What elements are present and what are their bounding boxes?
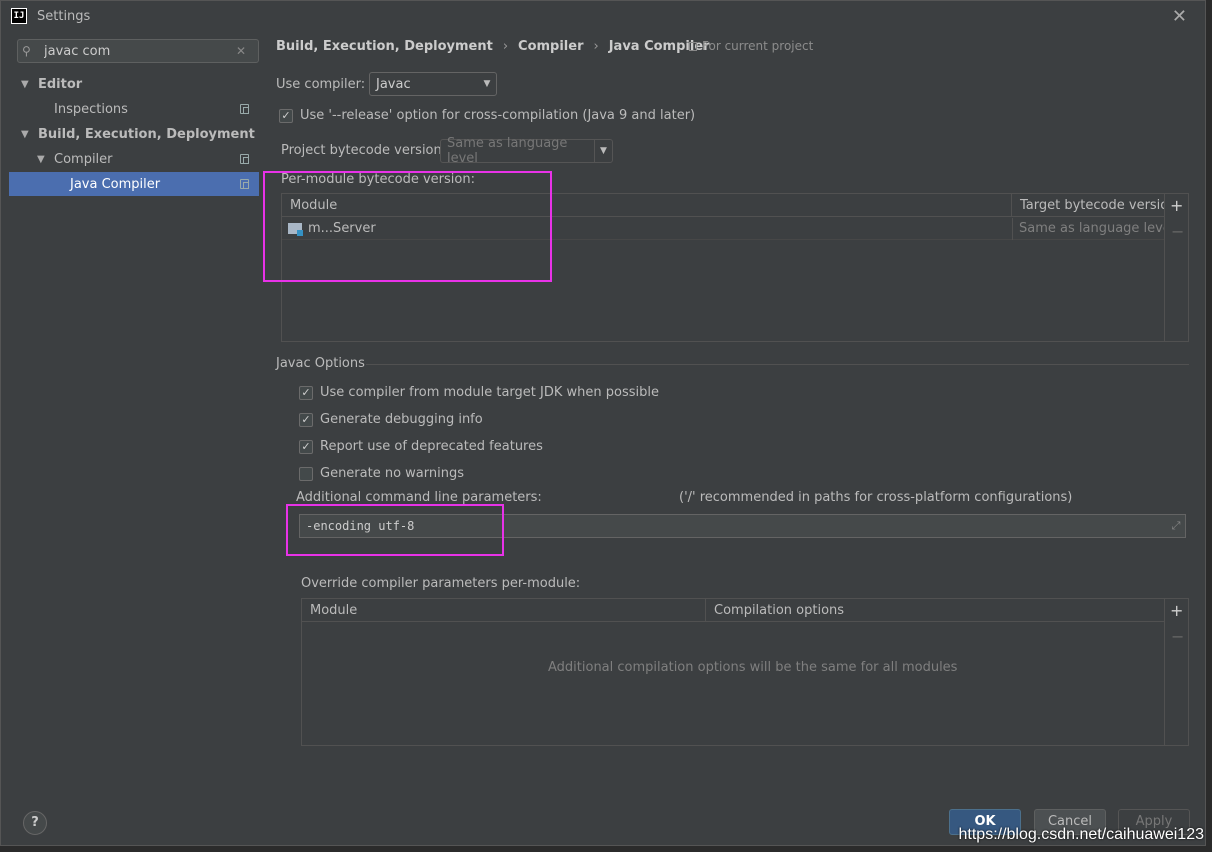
sidebar-item-compiler[interactable]: ▼ Compiler — [9, 147, 259, 171]
project-scope-icon — [689, 41, 697, 51]
intellij-icon: IJ — [11, 8, 27, 24]
use-compiler-value: Javac — [376, 76, 411, 92]
checkbox-checked-icon[interactable]: ✓ — [299, 439, 313, 454]
override-params-label: Override compiler parameters per-module: — [301, 576, 581, 591]
project-bytecode-select[interactable]: Same as language level ▼ — [440, 136, 613, 166]
settings-dialog: IJ Settings ✕ ⚲ ✕ ▼ Editor Inspections ▼… — [0, 0, 1206, 846]
search-icon: ⚲ — [22, 44, 31, 58]
sidebar-item-label: Compiler — [54, 151, 113, 167]
table-row[interactable]: m...Server Same as language level — [282, 218, 1164, 240]
settings-sidebar: ⚲ ✕ ▼ Editor Inspections ▼ Build, Execut… — [9, 33, 259, 797]
project-scope-icon — [240, 179, 249, 189]
sidebar-item-editor[interactable]: ▼ Editor — [9, 72, 259, 96]
module-icon — [288, 223, 303, 236]
project-bytecode-label: Project bytecode version: — [281, 143, 447, 158]
no-warnings-checkbox[interactable]: Generate no warnings — [299, 466, 464, 481]
override-params-table: Module Compilation options Additional co… — [301, 598, 1189, 746]
module-cell: m...Server — [282, 218, 1012, 240]
debugging-info-checkbox[interactable]: ✓ Generate debugging info — [299, 412, 483, 427]
checkbox-unchecked-icon[interactable] — [299, 466, 313, 481]
table-header: Module Target bytecode version — [282, 194, 1164, 217]
target-version-cell[interactable]: Same as language level — [1012, 218, 1164, 240]
column-header-module[interactable]: Module — [282, 194, 1012, 217]
additional-params-field[interactable]: ⤢ — [299, 514, 1186, 538]
column-header-module[interactable]: Module — [302, 599, 706, 622]
add-icon[interactable]: + — [1170, 196, 1183, 215]
for-current-project-note: For current project — [689, 39, 813, 53]
breadcrumb-item[interactable]: Build, Execution, Deployment — [276, 39, 493, 54]
expand-icon[interactable]: ⤢ — [1167, 519, 1185, 533]
table-toolbar: + − — [1164, 194, 1188, 341]
checkbox-checked-icon[interactable]: ✓ — [279, 108, 293, 123]
empty-table-message: Additional compilation options will be t… — [548, 660, 958, 675]
remove-icon[interactable]: − — [1171, 222, 1184, 241]
deprecated-features-checkbox[interactable]: ✓ Report use of deprecated features — [299, 439, 543, 454]
remove-icon[interactable]: − — [1171, 627, 1184, 646]
column-header-target[interactable]: Target bytecode version — [1012, 194, 1164, 217]
clear-search-icon[interactable]: ✕ — [236, 44, 252, 58]
expand-arrow-icon[interactable]: ▼ — [21, 129, 33, 140]
window-title: Settings — [37, 8, 91, 24]
table-toolbar: + − — [1164, 599, 1188, 745]
breadcrumb: Build, Execution, Deployment › Compiler … — [276, 39, 710, 54]
checkbox-label: Use compiler from module target JDK when… — [320, 385, 659, 400]
javac-options-title: Javac Options — [276, 356, 365, 371]
sidebar-item-label: Java Compiler — [70, 176, 161, 192]
breadcrumb-item[interactable]: Compiler — [518, 39, 583, 54]
checkbox-label: Generate debugging info — [320, 412, 483, 427]
title-bar: IJ Settings ✕ — [1, 1, 1205, 31]
sidebar-item-label: Build, Execution, Deployment — [38, 126, 255, 142]
watermark-text: https://blog.csdn.net/caihuawei123 — [958, 826, 1205, 843]
use-compiler-label: Use compiler: — [276, 77, 366, 92]
use-module-jdk-checkbox[interactable]: ✓ Use compiler from module target JDK wh… — [299, 385, 659, 400]
additional-params-input[interactable] — [300, 519, 1167, 533]
project-scope-icon — [240, 154, 249, 164]
breadcrumb-separator: › — [593, 39, 599, 54]
project-scope-icon — [240, 104, 249, 114]
column-header-compilation-options[interactable]: Compilation options — [706, 599, 1164, 622]
checkbox-label: Generate no warnings — [320, 466, 465, 481]
section-divider — [366, 364, 1189, 365]
checkbox-checked-icon[interactable]: ✓ — [299, 412, 313, 427]
additional-params-hint: ('/' recommended in paths for cross-plat… — [679, 490, 1073, 505]
additional-params-label: Additional command line parameters: — [296, 490, 542, 505]
release-option-label: Use '--release' option for cross-compila… — [300, 108, 696, 123]
add-icon[interactable]: + — [1170, 601, 1183, 620]
per-module-bytecode-label: Per-module bytecode version: — [281, 172, 475, 187]
sidebar-item-label: Editor — [38, 76, 83, 92]
sidebar-item-label: Inspections — [54, 101, 128, 117]
dropdown-arrow-icon: ▼ — [594, 140, 612, 162]
use-compiler-select[interactable]: Javac ▼ — [369, 72, 497, 96]
background-editor-strip — [0, 846, 1212, 852]
search-field[interactable]: ⚲ ✕ — [17, 39, 259, 63]
project-bytecode-value: Same as language level — [447, 136, 568, 166]
sidebar-item-build-execution-deployment[interactable]: ▼ Build, Execution, Deployment — [9, 122, 259, 146]
dropdown-arrow-icon: ▼ — [483, 79, 491, 89]
help-button[interactable]: ? — [23, 811, 47, 835]
table-header: Module Compilation options — [302, 599, 1164, 622]
breadcrumb-separator: › — [502, 39, 509, 54]
expand-arrow-icon[interactable]: ▼ — [37, 154, 49, 165]
close-icon[interactable]: ✕ — [1172, 6, 1187, 27]
per-module-bytecode-table: Module Target bytecode version m...Serve… — [281, 193, 1189, 342]
module-name: m...Server — [308, 221, 376, 236]
sidebar-item-inspections[interactable]: Inspections — [9, 97, 259, 121]
for-current-project-label: For current project — [702, 39, 814, 53]
checkbox-checked-icon[interactable]: ✓ — [299, 385, 313, 400]
release-option-checkbox[interactable]: ✓ Use '--release' option for cross-compi… — [279, 108, 695, 123]
expand-arrow-icon[interactable]: ▼ — [21, 79, 33, 90]
sidebar-item-java-compiler[interactable]: Java Compiler — [9, 172, 259, 196]
checkbox-label: Report use of deprecated features — [320, 439, 543, 454]
settings-content: Build, Execution, Deployment › Compiler … — [259, 31, 1205, 797]
search-input[interactable] — [38, 43, 236, 59]
